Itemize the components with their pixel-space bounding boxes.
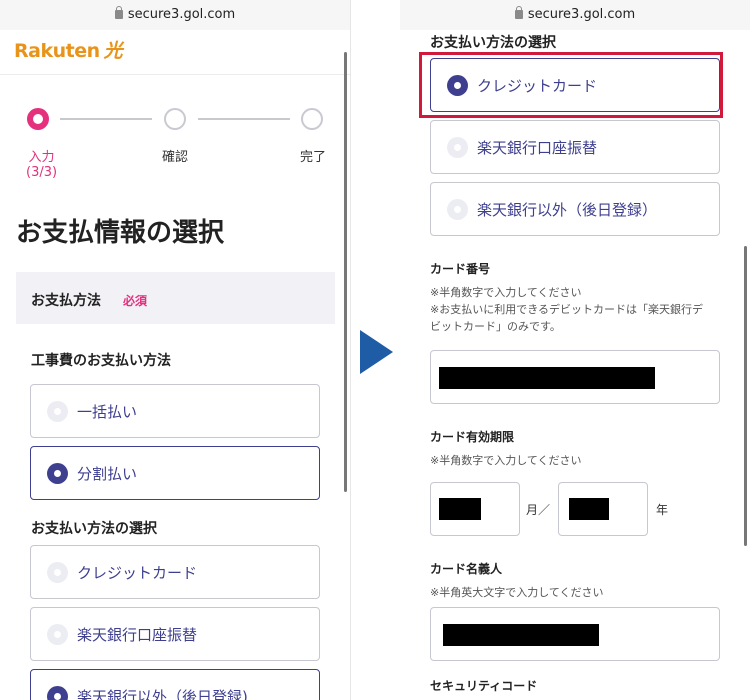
option-other-bank[interactable]: 楽天銀行以外（後日登録) [30,669,320,700]
security-code-label: セキュリティコード [430,679,538,693]
option-lump-sum[interactable]: 一括払い [30,384,320,438]
option-bank-transfer[interactable]: 楽天銀行口座振替 [430,120,720,174]
holder-input[interactable] [430,607,720,661]
step-2-indicator [164,108,186,130]
card-number-label: カード番号 [430,262,491,276]
radio-selected-icon [47,463,68,484]
step-1-label: 入力 (3/3) [26,150,58,180]
option-label: 楽天銀行以外（後日登録） [477,201,658,219]
holder-note: ※半角英大文字で入力してください [430,586,604,599]
address-bar[interactable]: secure3.gol.com [0,0,350,30]
construction-fee-heading: 工事費のお支払い方法 [31,353,171,369]
site-header: Rakuten 光 [0,30,350,75]
payment-section-header: お支払方法 必須 [16,272,335,324]
step-1-sub: (3/3) [26,165,58,180]
page-title: お支払情報の選択 [16,218,225,248]
payment-method-heading: お支払い方法の選択 [430,35,556,51]
option-label: 楽天銀行口座振替 [77,626,198,644]
expiry-note: ※半角数字で入力してください [430,454,582,467]
scrollbar[interactable] [744,246,747,546]
scrollbar[interactable] [344,52,347,492]
redacted-value [439,498,481,520]
url-text: secure3.gol.com [127,7,236,22]
option-credit-card[interactable]: クレジットカード [30,545,320,599]
radio-unselected-icon [447,137,468,158]
option-other-bank[interactable]: 楽天銀行以外（後日登録） [430,182,720,236]
option-label: 分割払い [77,465,138,483]
divider [350,0,351,700]
option-installment[interactable]: 分割払い [30,446,320,500]
radio-unselected-icon [47,401,68,422]
holder-label: カード名義人 [430,562,503,576]
step-connector [60,118,152,120]
redacted-value [443,624,599,646]
right-phone-screen: secure3.gol.com お支払い方法の選択 クレジットカード 楽天銀行口… [400,0,750,700]
step-2-label: 確認 [162,150,189,165]
option-label: 楽天銀行口座振替 [477,139,598,157]
radio-unselected-icon [47,562,68,583]
redacted-value [569,498,609,520]
required-badge: 必須 [123,294,148,308]
radio-selected-icon [47,686,68,700]
highlight-frame [419,52,723,118]
step-1-indicator [27,108,49,130]
left-phone-screen: secure3.gol.com Rakuten 光 入力 (3/3) 確認 完了 … [0,0,350,700]
year-unit: 年 [656,503,669,517]
expiry-month-input[interactable] [430,482,520,536]
lock-icon [514,6,523,19]
step-3-indicator [301,108,323,130]
logo-text: Rakuten [14,40,100,62]
rakuten-hikari-logo[interactable]: Rakuten 光 [14,36,123,63]
transition-arrow-icon [360,330,393,374]
lock-icon [114,6,123,19]
radio-unselected-icon [47,624,68,645]
expiry-label: カード有効期限 [430,430,515,444]
option-bank-transfer[interactable]: 楽天銀行口座振替 [30,607,320,661]
redacted-value [439,367,655,389]
card-number-input[interactable] [430,350,720,404]
option-label: 一括払い [77,403,138,421]
step-connector [198,118,290,120]
step-3-label: 完了 [300,150,327,165]
url-text: secure3.gol.com [527,7,636,22]
payment-method-heading: お支払い方法の選択 [31,521,157,537]
month-unit: 月／ [526,503,551,517]
option-label: 楽天銀行以外（後日登録) [77,688,248,700]
section-title: お支払方法 [31,293,101,309]
radio-unselected-icon [447,199,468,220]
logo-sub-text: 光 [103,40,123,62]
option-label: クレジットカード [77,564,198,582]
address-bar[interactable]: secure3.gol.com [400,0,750,30]
expiry-year-input[interactable] [558,482,648,536]
card-number-note: ※半角数字で入力してください ※お支払いに利用できるデビットカードは「楽天銀行デ… [430,286,703,333]
